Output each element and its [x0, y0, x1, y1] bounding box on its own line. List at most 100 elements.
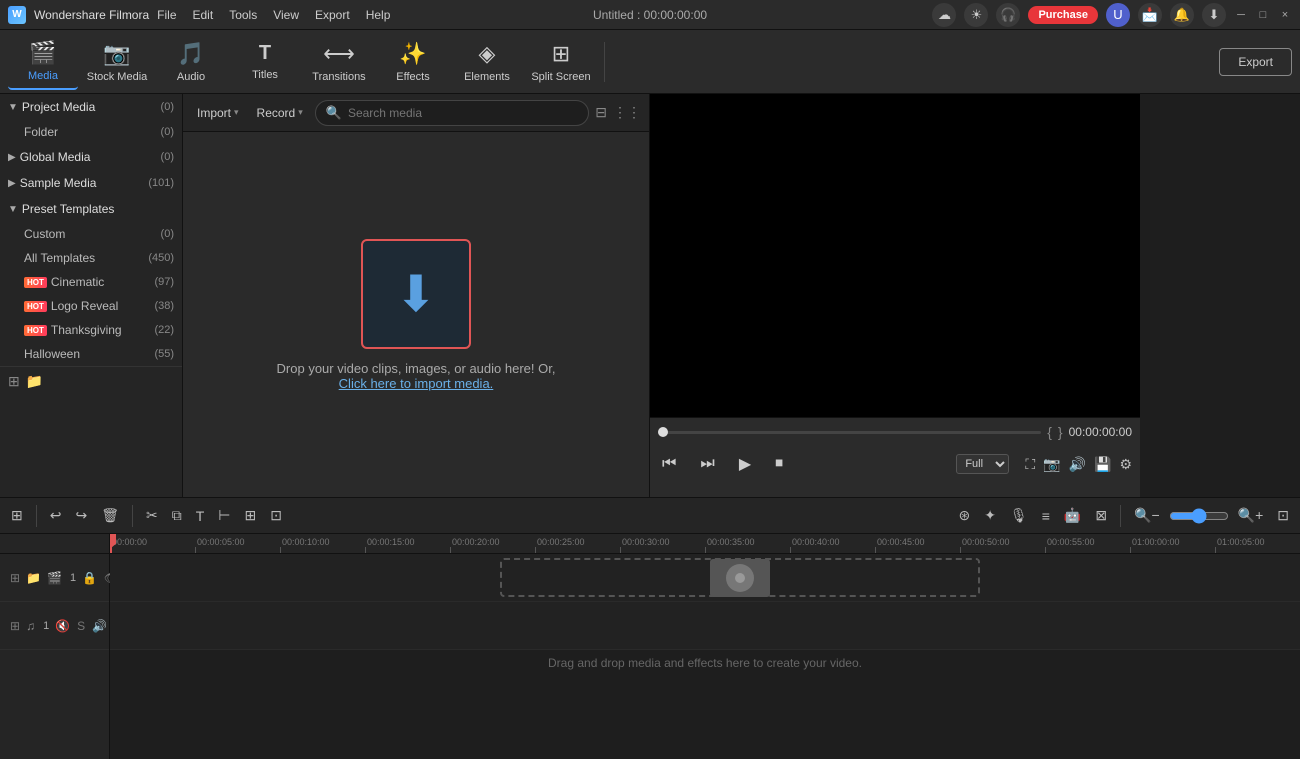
- search-box[interactable]: 🔍: [315, 100, 590, 126]
- stabilize-button[interactable]: ⊡: [265, 503, 287, 528]
- grid-view-icon[interactable]: ⋮⋮: [613, 104, 641, 121]
- fit-to-window-button[interactable]: ⊡: [1272, 503, 1294, 528]
- track-v1-add[interactable]: ⊞: [8, 569, 22, 587]
- minimize-button[interactable]: ─: [1234, 8, 1248, 22]
- workspace: ▼ Project Media (0) Folder (0) ▶ Global …: [0, 94, 1300, 497]
- brightness-button[interactable]: ☀: [964, 3, 988, 27]
- prev-frame-button[interactable]: ⏭: [696, 451, 718, 477]
- track-v1-folder[interactable]: 📁: [24, 569, 43, 587]
- right-bracket[interactable]: }: [1058, 424, 1063, 440]
- export-button[interactable]: Export: [1219, 48, 1292, 76]
- scrubber-handle[interactable]: [658, 427, 668, 437]
- add-track-button[interactable]: ⊞: [6, 503, 28, 528]
- open-folder-icon[interactable]: 📁: [26, 373, 43, 390]
- account-button[interactable]: U: [1106, 3, 1130, 27]
- go-to-start-button[interactable]: ⏮: [658, 451, 680, 477]
- import-button[interactable]: Import ▾: [191, 103, 245, 123]
- toolbar-split[interactable]: ⊞ Split Screen: [526, 34, 596, 90]
- undo-button[interactable]: ↩: [45, 503, 67, 528]
- menu-help[interactable]: Help: [366, 8, 391, 22]
- toolbar-effects[interactable]: ✨ Effects: [378, 34, 448, 90]
- close-button[interactable]: ×: [1278, 8, 1292, 22]
- menu-edit[interactable]: Edit: [193, 8, 214, 22]
- purchase-button[interactable]: Purchase: [1028, 6, 1098, 24]
- zoom-in-button[interactable]: 🔍+: [1233, 503, 1269, 528]
- filter-icon[interactable]: ⊟: [595, 104, 607, 121]
- sidebar-item-cinematic[interactable]: HOT Cinematic (97): [0, 270, 182, 294]
- sidebar-section-sample-media[interactable]: ▶ Sample Media (101): [0, 170, 182, 196]
- track-row-video-1[interactable]: [110, 554, 1300, 602]
- ai-button[interactable]: 🤖: [1059, 503, 1086, 528]
- sidebar-section-preset-templates[interactable]: ▼ Preset Templates: [0, 196, 182, 222]
- menu-view[interactable]: View: [273, 8, 299, 22]
- track-a1-label: 1: [43, 620, 49, 632]
- pip-button[interactable]: ⊠: [1090, 503, 1112, 528]
- toolbar-media[interactable]: 🎬 Media: [8, 34, 78, 90]
- toolbar-elements[interactable]: ◈ Elements: [452, 34, 522, 90]
- import-link[interactable]: Click here to import media.: [339, 376, 494, 391]
- new-folder-icon[interactable]: ⊞: [8, 373, 20, 390]
- cloud-button[interactable]: ☁: [932, 3, 956, 27]
- left-bracket[interactable]: {: [1047, 424, 1052, 440]
- snap-button[interactable]: ⊛: [953, 503, 975, 528]
- fullscreen-button[interactable]: ⛶: [1025, 456, 1035, 473]
- logo-reveal-label: Logo Reveal: [51, 299, 155, 313]
- delete-button[interactable]: 🗑: [96, 503, 124, 528]
- record-button[interactable]: Record ▾: [251, 103, 309, 123]
- search-input[interactable]: [348, 106, 578, 120]
- audio-button[interactable]: 🔊: [1069, 456, 1086, 473]
- ruler-mark-5: 00:00:25:00: [535, 537, 620, 553]
- crop-button[interactable]: T: [191, 504, 210, 528]
- cut-button[interactable]: ✂: [141, 503, 163, 528]
- subtitle-button[interactable]: ≡: [1037, 504, 1055, 528]
- preview-timecode: 00:00:00:00: [1069, 425, 1132, 439]
- snapshot-button[interactable]: 📷: [1043, 456, 1060, 473]
- alert-button[interactable]: 🔔: [1170, 3, 1194, 27]
- toolbar-audio[interactable]: 🎵 Audio: [156, 34, 226, 90]
- toolbar-transitions[interactable]: ⟷ Transitions: [304, 34, 374, 90]
- sidebar-item-halloween[interactable]: Halloween (55): [0, 342, 182, 366]
- zoom-out-button[interactable]: 🔍−: [1129, 503, 1165, 528]
- maximize-button[interactable]: □: [1256, 8, 1270, 22]
- download-button[interactable]: ⬇: [1202, 3, 1226, 27]
- magnet-button[interactable]: ✦: [979, 503, 1001, 528]
- stop-button[interactable]: ⏹: [771, 451, 787, 477]
- headset-button[interactable]: 🎧: [996, 3, 1020, 27]
- sidebar-item-custom[interactable]: Custom (0): [0, 222, 182, 246]
- menu-tools[interactable]: Tools: [229, 8, 257, 22]
- track-v1-lock[interactable]: 🔒: [80, 569, 99, 587]
- toolbar-stock[interactable]: 📷 Stock Media: [82, 34, 152, 90]
- preview-scrubber[interactable]: [658, 431, 1041, 434]
- timeline-tracks[interactable]: 00:00:00 00:00:05:00 00:00:10:00 00:00:1…: [110, 534, 1300, 759]
- zoom-select[interactable]: Full 75% 50% 25%: [956, 454, 1009, 474]
- timeline-cursor[interactable]: [110, 534, 112, 553]
- settings-button[interactable]: ⚙: [1119, 456, 1132, 473]
- sidebar-section-project-media[interactable]: ▼ Project Media (0): [0, 94, 182, 120]
- play-button[interactable]: ▶: [735, 450, 755, 478]
- track-row-audio-1[interactable]: [110, 602, 1300, 650]
- split-audio-button[interactable]: ⊢: [213, 503, 235, 528]
- video-track-drop-area[interactable]: [500, 558, 980, 597]
- track-a1-solo[interactable]: S: [75, 617, 87, 635]
- track-a1-mute[interactable]: 🔇: [53, 617, 72, 635]
- copy-button[interactable]: ⧉: [167, 503, 187, 528]
- save-frame-button[interactable]: 💾: [1094, 456, 1111, 473]
- sidebar-section-global-media[interactable]: ▶ Global Media (0): [0, 144, 182, 170]
- menu-file[interactable]: File: [157, 8, 176, 22]
- timeline-sep-3: [1120, 505, 1121, 527]
- logo-reveal-hot-badge: HOT: [24, 301, 47, 312]
- sidebar-item-thanksgiving[interactable]: HOT Thanksgiving (22): [0, 318, 182, 342]
- track-a1-add[interactable]: ⊞: [8, 617, 22, 635]
- notification-button[interactable]: 📩: [1138, 3, 1162, 27]
- toolbar-titles[interactable]: T Titles: [230, 34, 300, 90]
- redo-button[interactable]: ↪: [70, 503, 92, 528]
- sidebar-item-folder[interactable]: Folder (0): [0, 120, 182, 144]
- align-button[interactable]: ⊞: [239, 503, 261, 528]
- sidebar-item-all-templates[interactable]: All Templates (450): [0, 246, 182, 270]
- zoom-slider[interactable]: [1169, 508, 1229, 524]
- track-a1-volume[interactable]: 🔊: [90, 617, 109, 635]
- sidebar-item-logo-reveal[interactable]: HOT Logo Reveal (38): [0, 294, 182, 318]
- menu-export[interactable]: Export: [315, 8, 350, 22]
- project-media-label: Project Media: [22, 100, 161, 114]
- audio-detach-button[interactable]: 🎙: [1005, 503, 1033, 528]
